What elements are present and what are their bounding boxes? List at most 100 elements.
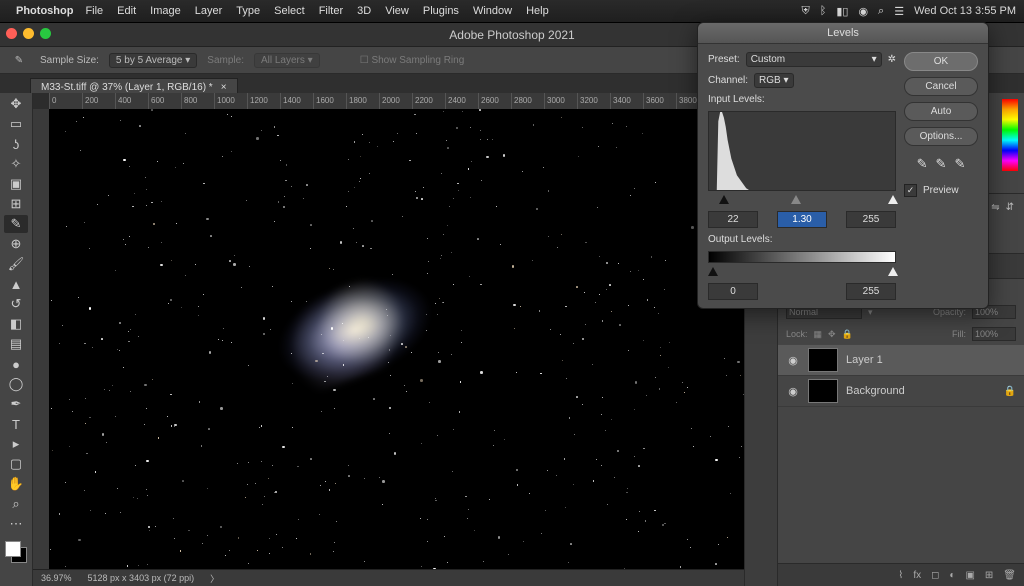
gradient-tool[interactable]: ▤ <box>4 335 28 353</box>
black-eyedropper-icon[interactable]: ✎ <box>917 156 928 172</box>
layer-row[interactable]: ◉ Layer 1 <box>778 345 1024 376</box>
stamp-tool[interactable]: ▲ <box>4 275 28 293</box>
input-slider-track[interactable] <box>708 195 896 205</box>
layer-mask-icon[interactable]: ◻ <box>931 570 939 581</box>
status-battery-icon[interactable]: ▮▯ <box>836 5 848 18</box>
preset-dropdown[interactable]: Custom ▾ <box>746 52 882 67</box>
group-icon[interactable]: ▣ <box>965 570 974 581</box>
zoom-tool[interactable]: ⌕ <box>4 495 28 513</box>
app-menu[interactable]: Photoshop <box>16 5 73 17</box>
brush-tool[interactable]: 🖌 <box>4 255 28 273</box>
menu-plugins[interactable]: Plugins <box>423 5 459 17</box>
move-tool[interactable]: ✥ <box>4 95 28 113</box>
menu-file[interactable]: File <box>85 5 103 17</box>
ruler-horizontal[interactable]: 0200400600800100012001400160018002000220… <box>49 93 744 110</box>
sample-size-dropdown[interactable]: 5 by 5 Average ▾ <box>109 53 197 68</box>
close-tab-icon[interactable]: × <box>221 82 227 93</box>
output-slider-track[interactable] <box>708 267 896 277</box>
menu-view[interactable]: View <box>385 5 409 17</box>
visibility-toggle-icon[interactable]: ◉ <box>786 354 800 367</box>
flip-horizontal-icon[interactable]: ⇋ <box>991 202 999 213</box>
layer-name[interactable]: Layer 1 <box>846 354 883 366</box>
histogram[interactable] <box>708 111 896 191</box>
white-eyedropper-icon[interactable]: ✎ <box>954 156 965 172</box>
input-gamma-field[interactable] <box>777 211 827 228</box>
status-shield-icon[interactable]: ⛨ <box>801 5 809 18</box>
document-dimensions[interactable]: 5128 px x 3403 px (72 ppi) <box>88 573 195 583</box>
marquee-tool[interactable]: ▭ <box>4 115 28 133</box>
menu-image[interactable]: Image <box>150 5 181 17</box>
lock-pixels-icon[interactable]: ▦ <box>814 329 823 340</box>
lock-all-icon[interactable]: 🔒 <box>842 329 853 340</box>
output-white-slider[interactable] <box>888 267 898 276</box>
lasso-tool[interactable]: ʖ <box>4 135 28 153</box>
channel-dropdown[interactable]: RGB ▾ <box>754 73 793 88</box>
document-canvas[interactable] <box>49 109 744 570</box>
minimize-window-button[interactable] <box>23 28 34 39</box>
white-point-slider[interactable] <box>888 195 898 204</box>
gamma-slider[interactable] <box>791 195 801 204</box>
healing-tool[interactable]: ⊕ <box>4 235 28 253</box>
menu-edit[interactable]: Edit <box>117 5 136 17</box>
black-point-slider[interactable] <box>719 195 729 204</box>
crop-tool[interactable]: ▣ <box>4 175 28 193</box>
auto-button[interactable]: Auto <box>904 102 978 121</box>
layer-name[interactable]: Background <box>846 385 905 397</box>
layer-style-icon[interactable]: fx <box>913 570 921 581</box>
lock-position-icon[interactable]: ✥ <box>828 329 836 340</box>
ruler-vertical[interactable] <box>33 109 50 570</box>
preset-menu-icon[interactable]: ✲ <box>888 54 896 65</box>
wand-tool[interactable]: ✧ <box>4 155 28 173</box>
preview-checkbox[interactable]: ✓Preview <box>904 184 978 197</box>
layer-thumbnail[interactable] <box>808 379 838 403</box>
ok-button[interactable]: OK <box>904 52 978 71</box>
close-window-button[interactable] <box>6 28 17 39</box>
new-layer-icon[interactable]: ⊞ <box>985 570 993 581</box>
path-select-tool[interactable]: ▸ <box>4 435 28 453</box>
status-bluetooth-icon[interactable]: ᛒ <box>820 5 827 17</box>
zoom-window-button[interactable] <box>40 28 51 39</box>
shape-tool[interactable]: ▢ <box>4 455 28 473</box>
cancel-button[interactable]: Cancel <box>904 77 978 96</box>
link-layers-icon[interactable]: ⌇ <box>898 570 903 581</box>
layer-thumbnail[interactable] <box>808 348 838 372</box>
zoom-readout[interactable]: 36.97% <box>41 573 72 583</box>
adjustment-layer-icon[interactable]: ◐ <box>949 570 955 581</box>
eyedropper-tool[interactable]: ✎ <box>4 215 28 233</box>
menu-layer[interactable]: Layer <box>195 5 223 17</box>
edit-toolbar[interactable]: ⋯ <box>4 515 28 533</box>
input-white-field[interactable] <box>846 211 896 228</box>
history-brush-tool[interactable]: ↺ <box>4 295 28 313</box>
output-white-field[interactable] <box>846 283 896 300</box>
status-clock[interactable]: Wed Oct 13 3:55 PM <box>914 5 1016 17</box>
pen-tool[interactable]: ✒ <box>4 395 28 413</box>
options-button[interactable]: Options... <box>904 127 978 146</box>
menu-3d[interactable]: 3D <box>357 5 371 17</box>
status-wifi-icon[interactable]: ◉ <box>858 5 868 18</box>
eraser-tool[interactable]: ◧ <box>4 315 28 333</box>
color-swatches[interactable] <box>5 541 27 563</box>
delete-layer-icon[interactable]: 🗑 <box>1003 570 1016 581</box>
levels-dialog[interactable]: Levels Preset: Custom ▾ ✲ Channel: RGB ▾… <box>697 22 989 309</box>
menu-help[interactable]: Help <box>526 5 549 17</box>
status-control-center-icon[interactable]: ☰ <box>894 5 904 18</box>
status-search-icon[interactable]: ⌕ <box>878 5 884 18</box>
menu-select[interactable]: Select <box>274 5 305 17</box>
output-gradient[interactable] <box>708 251 896 263</box>
blur-tool[interactable]: ● <box>4 355 28 373</box>
gray-eyedropper-icon[interactable]: ✎ <box>936 156 947 172</box>
levels-titlebar[interactable]: Levels <box>698 23 988 44</box>
show-sampling-ring-checkbox[interactable]: Show Sampling Ring <box>371 55 464 66</box>
hand-tool[interactable]: ✋ <box>4 475 28 493</box>
visibility-toggle-icon[interactable]: ◉ <box>786 385 800 398</box>
menu-filter[interactable]: Filter <box>319 5 343 17</box>
frame-tool[interactable]: ⊞ <box>4 195 28 213</box>
hue-strip[interactable] <box>1002 99 1018 171</box>
type-tool[interactable]: T <box>4 415 28 433</box>
layer-row[interactable]: ◉ Background 🔒 <box>778 376 1024 407</box>
output-black-slider[interactable] <box>708 267 718 276</box>
sample-layers-dropdown[interactable]: All Layers ▾ <box>254 53 320 68</box>
menu-window[interactable]: Window <box>473 5 512 17</box>
menu-type[interactable]: Type <box>236 5 260 17</box>
eyedropper-icon[interactable]: ✎ <box>8 51 30 69</box>
